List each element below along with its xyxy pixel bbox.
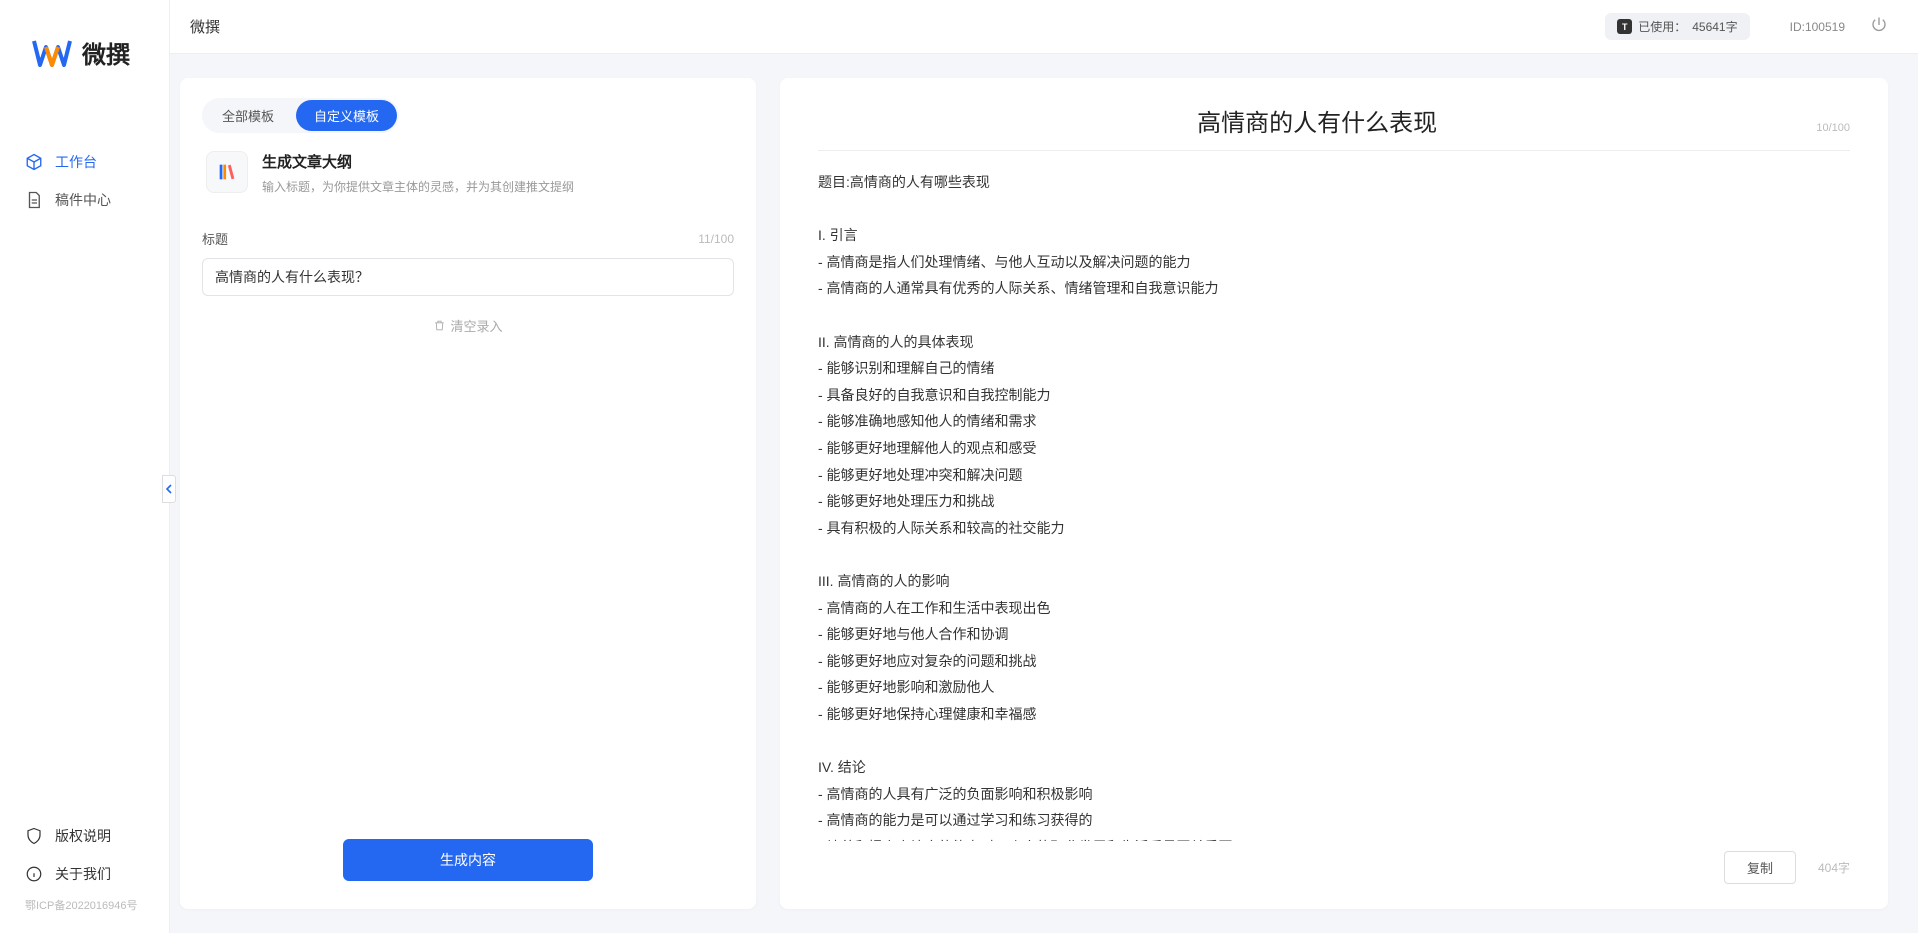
chevron-left-icon [165, 484, 173, 494]
footer-item-label: 关于我们 [55, 864, 111, 884]
trash-icon [433, 319, 446, 332]
user-id: ID:100519 [1790, 20, 1845, 34]
field-label: 标题 [202, 229, 228, 248]
sidebar: 微撰 工作台 稿件中心 版权说明 关于我们 鄂ICP备2022016946号 [0, 0, 170, 933]
info-icon [25, 865, 43, 883]
sidebar-nav: 工作台 稿件中心 [0, 95, 169, 807]
generate-button[interactable]: 生成内容 [343, 839, 593, 881]
usage-badge[interactable]: T 已使用： 45641字 [1605, 13, 1749, 40]
template-title: 生成文章大纲 [262, 151, 574, 172]
output-title: 高情商的人有什么表现 [818, 103, 1816, 138]
template-card: 生成文章大纲 输入标题，为你提供文章主体的灵感，并为其创建推文提纲 [202, 133, 734, 207]
title-input[interactable] [202, 258, 734, 296]
clear-input-button[interactable]: 清空录入 [433, 316, 502, 335]
output-panel: 高情商的人有什么表现 10/100 题目:高情商的人有哪些表现 I. 引言 - … [780, 78, 1888, 909]
cube-icon [25, 153, 43, 171]
field-counter: 11/100 [698, 232, 734, 246]
brand-logo: 微撰 [0, 0, 169, 95]
title-field-group: 标题 11/100 [202, 229, 734, 296]
sidebar-collapse-handle[interactable] [162, 475, 176, 503]
output-body[interactable]: 题目:高情商的人有哪些表现 I. 引言 - 高情商是指人们处理情绪、与他人互动以… [818, 151, 1850, 841]
document-icon [25, 191, 43, 209]
copy-button[interactable]: 复制 [1724, 851, 1796, 884]
usage-label: 已使用： [1638, 18, 1686, 35]
output-header-stat: 10/100 [1816, 122, 1850, 134]
shield-icon [25, 827, 43, 845]
brand-name: 微撰 [82, 35, 130, 70]
template-desc: 输入标题，为你提供文章主体的灵感，并为其创建推文提纲 [262, 178, 574, 195]
power-button[interactable] [1870, 16, 1888, 37]
power-icon [1870, 16, 1888, 34]
sidebar-item-label: 工作台 [55, 152, 97, 172]
tab-custom-templates[interactable]: 自定义模板 [296, 100, 397, 131]
page-title: 微撰 [190, 16, 1605, 37]
text-count-icon: T [1617, 19, 1632, 34]
content: 全部模板 自定义模板 生成文章大纲 输入标题，为你提供文章主体的灵感，并为其创建… [170, 54, 1918, 933]
topbar: 微撰 T 已使用： 45641字 ID:100519 [170, 0, 1918, 54]
icp-text: 鄂ICP备2022016946号 [25, 893, 144, 913]
word-count: 404字 [1818, 859, 1850, 876]
template-tabs: 全部模板 自定义模板 [202, 98, 399, 133]
sidebar-item-drafts[interactable]: 稿件中心 [0, 181, 169, 219]
usage-value: 45641字 [1692, 18, 1737, 35]
tab-all-templates[interactable]: 全部模板 [204, 100, 292, 131]
sidebar-footer: 版权说明 关于我们 鄂ICP备2022016946号 [0, 807, 169, 933]
books-icon [216, 161, 238, 183]
main: 微撰 T 已使用： 45641字 ID:100519 全部模板 自定义模板 [170, 0, 1918, 933]
footer-item-copyright[interactable]: 版权说明 [25, 817, 144, 855]
sidebar-item-label: 稿件中心 [55, 190, 111, 210]
template-icon [206, 151, 248, 193]
sidebar-item-workspace[interactable]: 工作台 [0, 143, 169, 181]
input-panel: 全部模板 自定义模板 生成文章大纲 输入标题，为你提供文章主体的灵感，并为其创建… [180, 78, 756, 909]
logo-icon [32, 39, 72, 67]
footer-item-label: 版权说明 [55, 826, 111, 846]
footer-item-about[interactable]: 关于我们 [25, 855, 144, 893]
